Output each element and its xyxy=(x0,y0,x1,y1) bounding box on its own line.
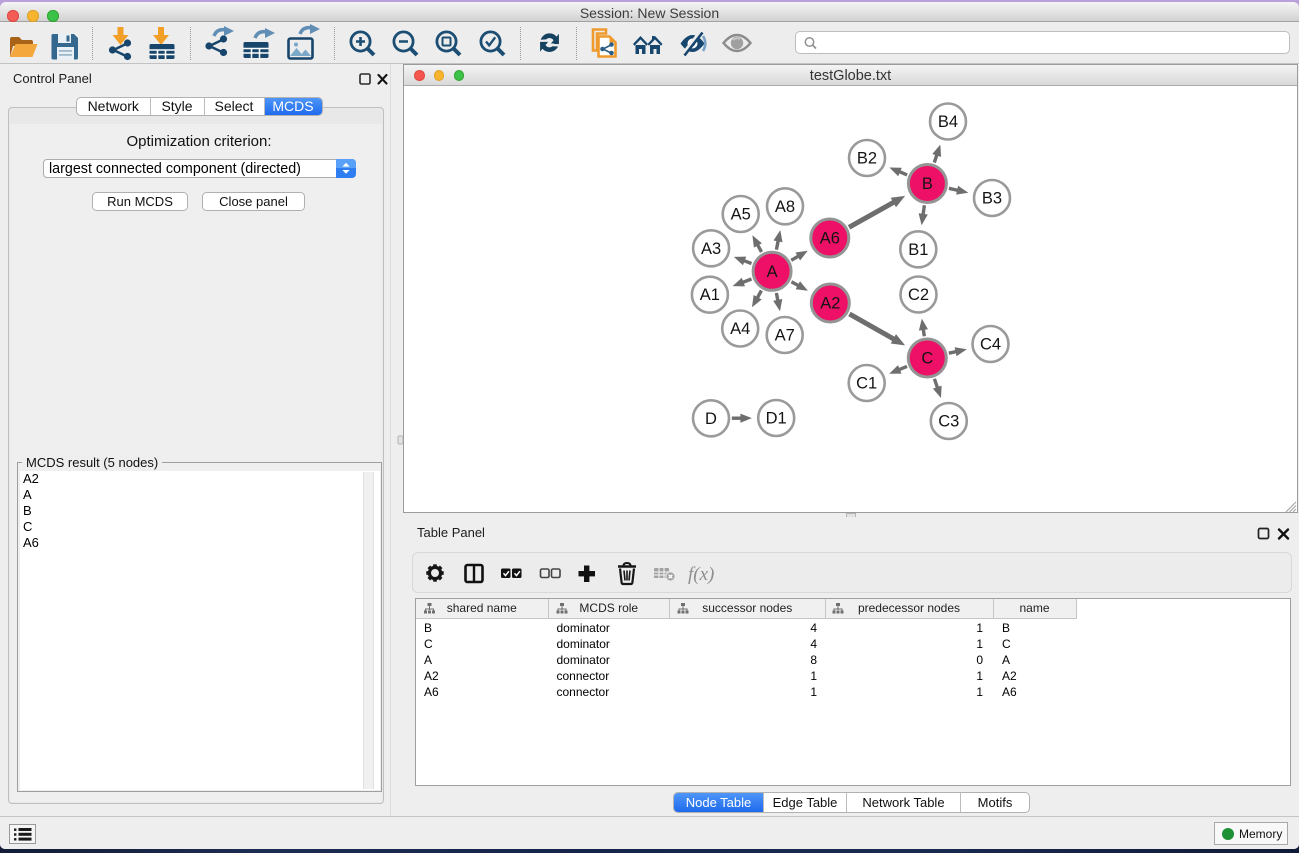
svg-text:A3: A3 xyxy=(701,240,721,258)
svg-text:C2: C2 xyxy=(908,286,929,304)
svg-text:A5: A5 xyxy=(731,206,751,224)
svg-text:C1: C1 xyxy=(856,375,877,393)
svg-text:B: B xyxy=(922,175,933,193)
svg-text:A6: A6 xyxy=(820,230,840,248)
svg-text:A7: A7 xyxy=(775,327,795,345)
svg-text:D: D xyxy=(705,410,717,428)
svg-text:f(x): f(x) xyxy=(688,564,714,585)
svg-text:B1: B1 xyxy=(908,241,928,259)
svg-text:C: C xyxy=(921,350,933,368)
svg-text:A: A xyxy=(767,263,778,281)
svg-text:A1: A1 xyxy=(700,286,720,304)
svg-text:A8: A8 xyxy=(775,198,795,216)
svg-text:C4: C4 xyxy=(980,336,1001,354)
svg-text:B4: B4 xyxy=(938,113,958,131)
svg-text:C3: C3 xyxy=(938,413,959,431)
svg-text:B3: B3 xyxy=(982,190,1002,208)
svg-text:B2: B2 xyxy=(857,150,877,168)
svg-text:D1: D1 xyxy=(766,410,787,428)
svg-text:A2: A2 xyxy=(820,295,840,313)
svg-text:A4: A4 xyxy=(730,320,750,338)
